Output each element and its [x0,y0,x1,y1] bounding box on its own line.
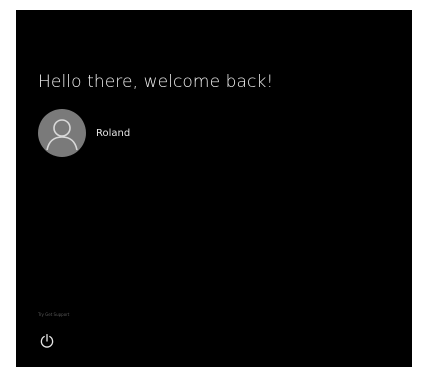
support-link[interactable]: Try Get Support [38,312,69,317]
power-button[interactable] [38,332,56,350]
user-avatar [38,109,86,157]
power-icon [40,333,54,348]
user-account-tile[interactable]: Roland [38,109,130,157]
lock-screen: Hello there, welcome back! Roland Try Ge… [16,10,412,367]
user-name: Roland [96,127,131,139]
welcome-heading: Hello there, welcome back! [38,72,274,92]
user-silhouette-icon [46,119,78,151]
